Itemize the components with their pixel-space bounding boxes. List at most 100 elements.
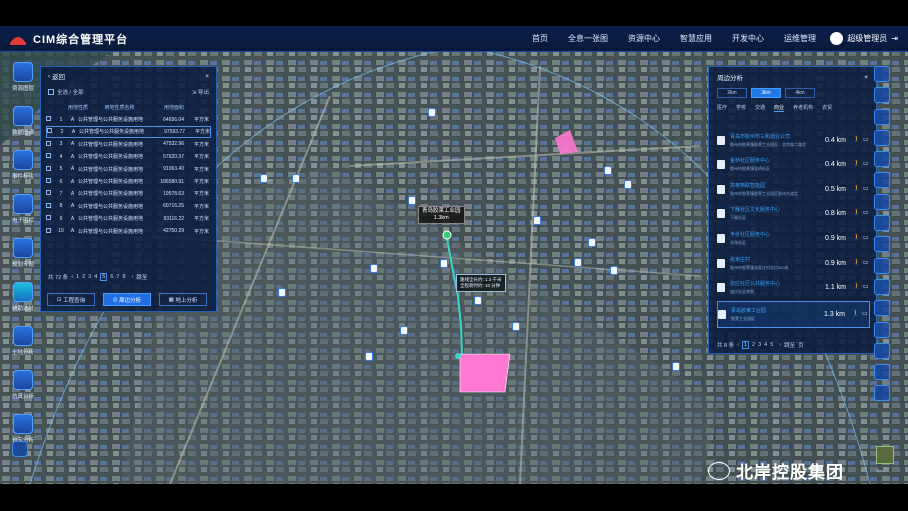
section-tool-icon[interactable] <box>874 321 890 338</box>
page-2[interactable]: 2 <box>82 274 85 280</box>
walk-route-icon[interactable]: 🚶 <box>853 186 860 193</box>
page-2[interactable]: 2 <box>752 342 755 348</box>
next-page[interactable]: › <box>132 274 134 280</box>
location-tool-icon[interactable] <box>874 87 890 104</box>
poi-item[interactable]: 下雁社区文化服务中心 下雁社区 0.8 km 🚶 ▭ <box>717 203 870 225</box>
map-poi-pin[interactable] <box>292 174 300 183</box>
select-all-checkbox[interactable] <box>48 89 54 95</box>
nav-holographic-map[interactable]: 全息一张图 <box>568 33 608 44</box>
radius-2km[interactable]: 2km <box>717 88 747 98</box>
back-button[interactable]: 返回 <box>52 71 65 81</box>
table-row[interactable]: 3 A 公共管理与公共服务设施用地 47532.96 平方米 <box>46 138 211 150</box>
table-row[interactable]: 9 A 公共管理与公共服务设施用地 93116.22 平方米 <box>46 213 211 225</box>
tab-farmers-market[interactable]: 农贸 <box>822 104 832 112</box>
drive-route-icon[interactable]: ▭ <box>863 186 870 193</box>
nav-smart-apps[interactable]: 智慧应用 <box>680 33 712 44</box>
tab-medical[interactable]: 医疗 <box>717 104 727 112</box>
drive-route-icon[interactable]: ▭ <box>863 260 870 267</box>
page-5[interactable]: 5 <box>100 273 108 281</box>
next-page[interactable]: › <box>779 342 781 348</box>
poi-name[interactable]: 下雁社区文化服务中心 <box>730 206 818 213</box>
export-tool-icon[interactable] <box>874 342 890 359</box>
page-6[interactable]: 6 <box>110 274 113 280</box>
map-poi-pin[interactable] <box>370 264 378 273</box>
rail-land-analysis[interactable]: 土地分析 <box>8 326 38 370</box>
map-poi-pin[interactable] <box>474 296 482 305</box>
layer-tool-icon[interactable] <box>874 108 890 125</box>
tab-school[interactable]: 学校 <box>736 104 746 112</box>
zoom-tool-icon[interactable] <box>874 257 890 274</box>
view-tool-icon[interactable] <box>874 172 890 189</box>
area-tool-icon[interactable] <box>874 151 890 168</box>
rail-simulation[interactable]: 仿真分析 <box>8 370 38 414</box>
tab-commerce[interactable]: 商业 <box>774 104 785 112</box>
row-checkbox[interactable] <box>46 202 55 210</box>
table-row[interactable]: 2 A 公共管理与公共服务设施用地 97593.77 平方米 <box>46 125 211 139</box>
drive-route-icon[interactable]: ▭ <box>863 210 870 217</box>
walk-route-icon[interactable]: 🚶 <box>853 210 860 217</box>
close-icon[interactable]: × <box>205 73 209 80</box>
map-poi-pin[interactable] <box>365 352 373 361</box>
poi-item[interactable]: 高格物联智能园 胶州市胶莱镇胶莱工业园区胶州大道北 0.5 km 🚶 ▭ <box>717 178 870 200</box>
poi-item[interactable]: 青岛胶莱工业园 胶莱工业园区 1.3 km 🚶 ▭ <box>717 301 870 329</box>
page-5[interactable]: 5 <box>770 342 773 348</box>
grid-tool-icon[interactable] <box>874 215 890 232</box>
table-row[interactable]: 7 A 公共管理与公共服务设施用地 19578.63 平方米 <box>46 188 211 200</box>
basemap-thumbnail[interactable] <box>876 446 894 464</box>
nav-ops[interactable]: 运维管理 <box>784 33 816 44</box>
row-checkbox[interactable] <box>46 153 55 160</box>
tab-elderly-care[interactable]: 养老机构 <box>793 104 813 112</box>
logout-icon[interactable]: ⇥ <box>891 34 898 43</box>
drive-route-icon[interactable]: ▭ <box>863 284 870 291</box>
map-poi-pin[interactable] <box>604 166 612 175</box>
export-button[interactable]: ⇲ 导出 <box>192 88 209 96</box>
table-row[interactable]: 4 A 公共管理与公共服务设施用地 57620.37 平方米 <box>46 151 211 163</box>
page-8[interactable]: 8 <box>122 274 125 280</box>
walk-route-icon[interactable]: 🚶 <box>853 284 860 291</box>
table-row[interactable]: 6 A 公共管理与公共服务设施用地 186580.91 平方米 <box>46 175 211 187</box>
poi-name[interactable]: 金桥社区服务中心 <box>730 157 818 164</box>
map-poi-pin[interactable] <box>624 180 632 189</box>
map-poi-pin[interactable] <box>672 362 680 371</box>
poi-name[interactable]: 张应社区公共服务中心 <box>730 280 818 287</box>
map-poi-pin[interactable] <box>512 322 520 331</box>
rail-e-fence[interactable]: 电子围栏 <box>8 194 38 238</box>
poi-item[interactable]: 青岛市胶州市三和酒业公司 胶州市胶莱镇胶莱工业园区，北京路二路北 0.4 km 🚶 ▭ <box>717 129 870 151</box>
poi-item[interactable]: 张应社区公共服务中心 张应社区南侧 1.1 km 🚶 ▭ <box>717 277 870 299</box>
row-checkbox[interactable] <box>46 165 55 173</box>
prev-page[interactable]: ‹ <box>71 274 73 280</box>
row-checkbox[interactable] <box>46 215 55 222</box>
above-ground-analysis-button[interactable]: ▦ 地上分析 <box>159 293 207 306</box>
project-query-button[interactable]: ⊡ 工程查询 <box>47 293 95 306</box>
poi-name[interactable]: 张家庄村 <box>730 256 818 263</box>
page-3[interactable]: 3 <box>88 274 91 280</box>
map-poi-pin[interactable] <box>408 196 416 205</box>
map-poi-pin[interactable] <box>588 238 596 247</box>
map-poi-pin[interactable] <box>574 258 582 267</box>
row-checkbox[interactable] <box>46 140 55 148</box>
radius-4km[interactable]: 4km <box>785 88 815 98</box>
surrounding-analysis-button[interactable]: ◎ 周边分析 <box>103 293 151 306</box>
poi-name[interactable]: 丰张社区服务中心 <box>730 231 818 238</box>
page-4[interactable]: 4 <box>764 342 767 348</box>
walk-route-icon[interactable]: 🚶 <box>853 161 860 168</box>
row-checkbox[interactable] <box>46 190 55 197</box>
page-1[interactable]: 1 <box>741 341 750 349</box>
split-tool-icon[interactable] <box>874 236 890 253</box>
walk-route-icon[interactable]: 🚶 <box>853 260 860 267</box>
poi-item[interactable]: 丰张社区服务中心 丰张社区 0.9 km 🚶 ▭ <box>717 227 870 249</box>
row-checkbox[interactable] <box>46 116 55 123</box>
map-poi-pin[interactable] <box>610 266 618 275</box>
page-7[interactable]: 7 <box>116 274 119 280</box>
map-poi-pin[interactable] <box>260 174 268 183</box>
walk-route-icon[interactable]: 🚶 <box>853 235 860 242</box>
rail-site-selection[interactable]: 辅助选址 <box>8 282 38 326</box>
poi-name[interactable]: 青岛市胶州市三和酒业公司 <box>730 133 818 140</box>
nav-home[interactable]: 首页 <box>532 33 548 44</box>
nav-resource-center[interactable]: 资源中心 <box>628 33 660 44</box>
radius-3km[interactable]: 3km <box>751 88 781 98</box>
chart-tool-icon[interactable] <box>874 300 890 317</box>
user-name[interactable]: 超级管理员 <box>847 33 887 44</box>
map-poi-pin[interactable] <box>278 288 286 297</box>
map-poi-pin[interactable] <box>428 108 436 117</box>
